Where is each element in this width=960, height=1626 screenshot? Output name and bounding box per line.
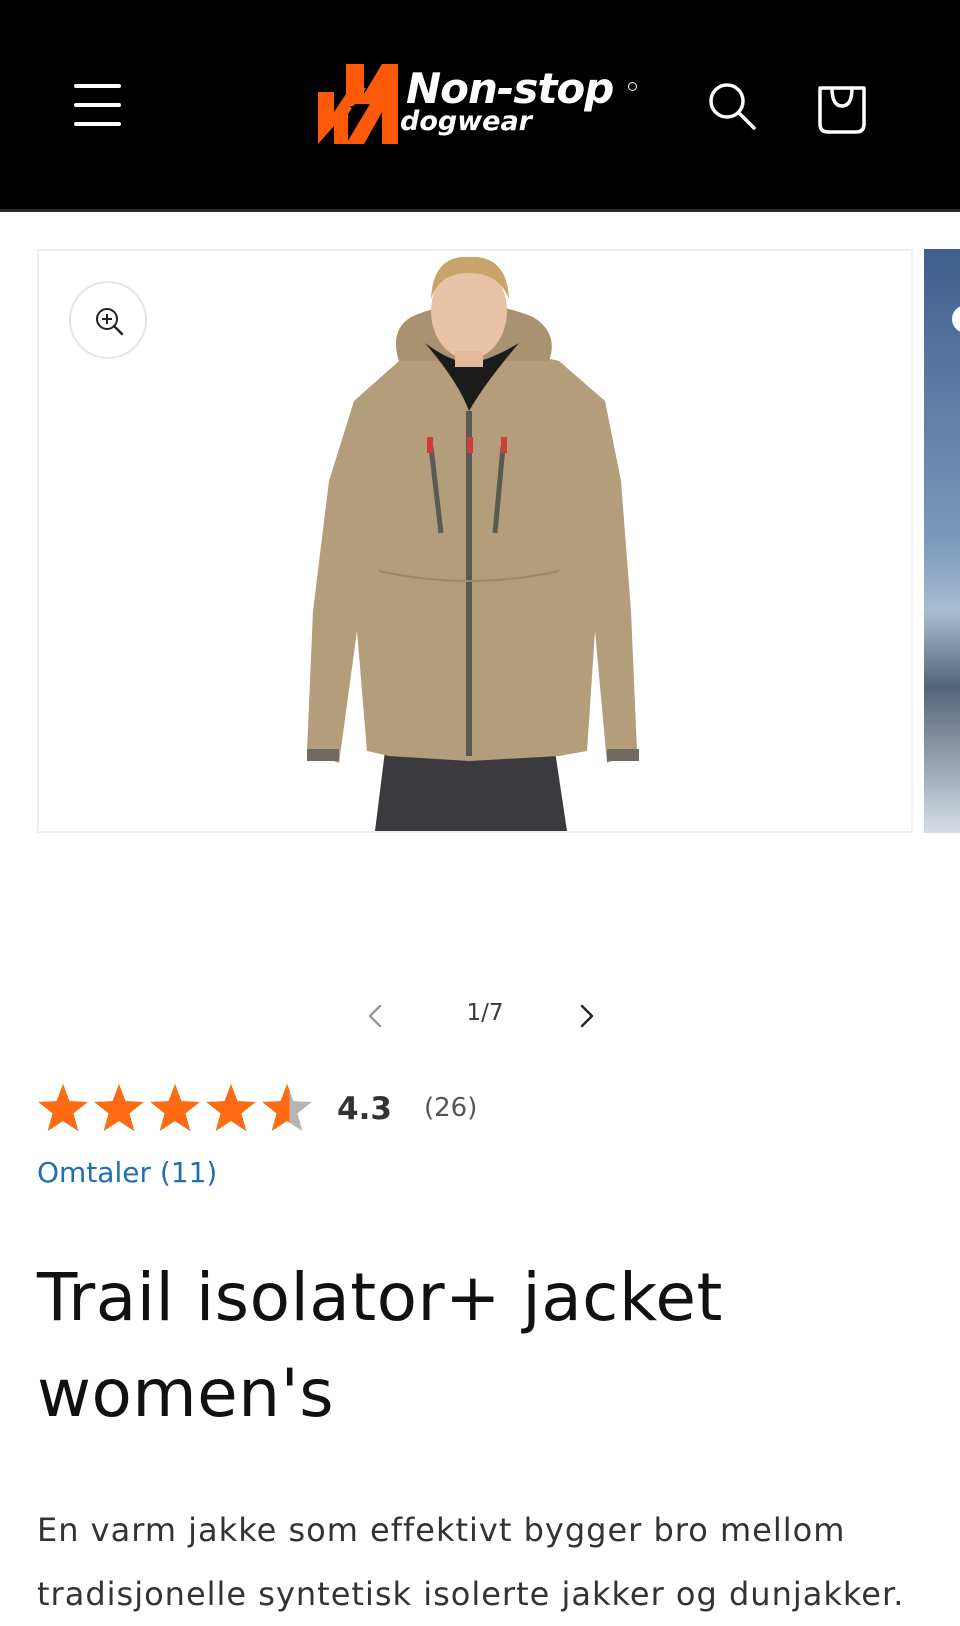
rating-count: (26) xyxy=(424,1093,478,1123)
gallery-pager: 1/7 xyxy=(360,996,610,1036)
site-header: Non-stop dogwear xyxy=(0,0,960,212)
product-rating[interactable]: 4.3 (26) xyxy=(37,1080,637,1140)
chevron-left-icon[interactable] xyxy=(360,1000,390,1032)
brand-logo[interactable]: Non-stop dogwear xyxy=(316,60,646,150)
rating-value: 4.3 xyxy=(337,1091,392,1127)
zoom-in-icon[interactable] xyxy=(69,281,147,359)
product-description: En varm jakke som effektivt bygger bro m… xyxy=(37,1511,905,1613)
rating-star xyxy=(38,1084,88,1132)
shopping-bag-icon[interactable] xyxy=(816,78,868,134)
hamburger-menu-icon[interactable] xyxy=(74,84,122,128)
jacket-photo xyxy=(307,256,639,831)
registered-mark-icon xyxy=(628,82,637,91)
brand-logo-mark xyxy=(318,64,398,144)
rating-stars xyxy=(38,1084,312,1132)
rating-star xyxy=(150,1084,200,1132)
brand-logo-text: Non-stop dogwear xyxy=(400,64,614,136)
product-image-next-peek[interactable] xyxy=(924,249,960,833)
search-icon[interactable] xyxy=(706,80,758,132)
rating-star xyxy=(94,1084,144,1132)
brand-name: Non-stop xyxy=(406,64,614,113)
product-image-main[interactable] xyxy=(37,249,913,833)
reviews-link[interactable]: Omtaler (11) xyxy=(37,1156,217,1189)
chevron-right-icon[interactable] xyxy=(572,1000,602,1032)
product-title: Trail isolator+ jacket women's xyxy=(37,1259,723,1432)
gallery-counter: 1/7 xyxy=(466,1000,504,1026)
rating-star xyxy=(262,1084,312,1132)
rating-star xyxy=(206,1084,256,1132)
